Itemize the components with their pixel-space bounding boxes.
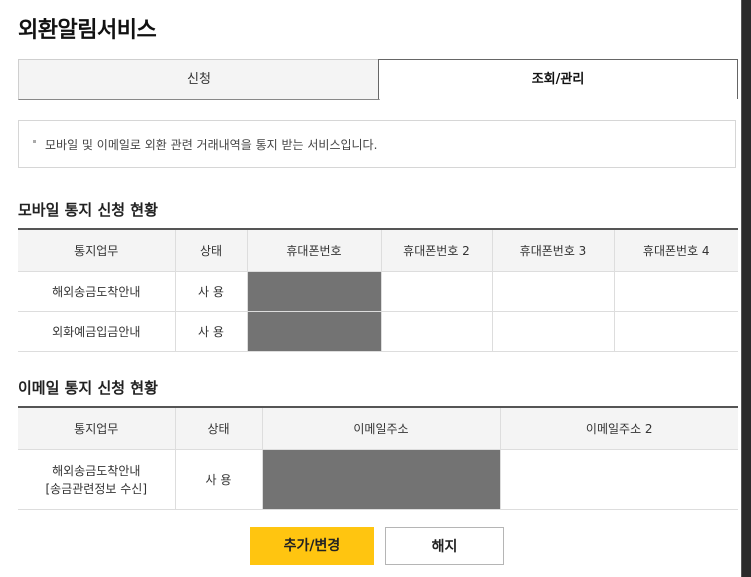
table-header-row: 통지업무 상태 휴대폰번호 휴대폰번호 2 휴대폰번호 3 휴대폰번호 4 — [18, 228, 738, 272]
column-header: 휴대폰번호 4 — [614, 228, 738, 272]
email-section-title: 이메일 통지 신청 현황 — [18, 379, 158, 397]
tab-bar: 신청 조회/관리 — [18, 59, 738, 100]
status-cell: 사 용 — [175, 449, 263, 510]
column-header: 휴대폰번호 3 — [492, 228, 615, 272]
masked-phone-cell — [247, 311, 382, 352]
phone-cell — [381, 311, 493, 352]
table-row: 외화예금입금안내 사 용 — [18, 311, 738, 352]
notice-box: 모바일 및 이메일로 외환 관련 거래내역을 통지 받는 서비스입니다. — [18, 120, 736, 168]
masked-phone-cell — [247, 271, 382, 312]
tab-inquiry-manage[interactable]: 조회/관리 — [378, 59, 738, 99]
notice-text: 모바일 및 이메일로 외환 관련 거래내역을 통지 받는 서비스입니다. — [45, 138, 378, 152]
phone-cell — [614, 271, 738, 312]
phone-cell — [492, 311, 615, 352]
column-header: 이메일주소 2 — [500, 406, 738, 450]
email-notification-table: 통지업무 상태 이메일주소 이메일주소 2 해외송금도착안내 [송금관련정보 수… — [18, 406, 738, 510]
status-cell: 사 용 — [175, 311, 248, 352]
column-header: 휴대폰번호 — [247, 228, 382, 272]
cancel-service-button[interactable]: 해지 — [385, 527, 504, 565]
column-header: 이메일주소 — [262, 406, 501, 450]
status-cell: 사 용 — [175, 271, 248, 312]
task-cell: 해외송금도착안내 — [18, 271, 176, 312]
bullet-icon — [33, 140, 36, 143]
service-panel: 외환알림서비스 신청 조회/관리 모바일 및 이메일로 외환 관련 거래내역을 … — [0, 0, 742, 577]
task-subline: [송금관련정보 수신] — [45, 481, 148, 496]
column-header: 통지업무 — [18, 228, 176, 272]
column-header: 휴대폰번호 2 — [381, 228, 493, 272]
page-title: 외환알림서비스 — [18, 18, 157, 43]
masked-email-cell — [262, 449, 501, 510]
task-line: 해외송금도착안내 — [52, 463, 141, 478]
column-header: 상태 — [175, 406, 263, 450]
table-header-row: 통지업무 상태 이메일주소 이메일주소 2 — [18, 406, 738, 450]
task-cell: 해외송금도착안내 [송금관련정보 수신] — [18, 449, 176, 510]
phone-cell — [381, 271, 493, 312]
tab-apply[interactable]: 신청 — [18, 59, 380, 100]
table-row: 해외송금도착안내 [송금관련정보 수신] 사 용 — [18, 449, 738, 510]
mobile-notification-table: 통지업무 상태 휴대폰번호 휴대폰번호 2 휴대폰번호 3 휴대폰번호 4 해외… — [18, 228, 738, 352]
column-header: 상태 — [175, 228, 248, 272]
add-change-button[interactable]: 추가/변경 — [250, 527, 374, 565]
phone-cell — [492, 271, 615, 312]
mobile-section-title: 모바일 통지 신청 현황 — [18, 201, 158, 219]
table-row: 해외송금도착안내 사 용 — [18, 271, 738, 312]
email-cell — [500, 449, 738, 510]
task-cell: 외화예금입금안내 — [18, 311, 176, 352]
column-header: 통지업무 — [18, 406, 176, 450]
phone-cell — [614, 311, 738, 352]
